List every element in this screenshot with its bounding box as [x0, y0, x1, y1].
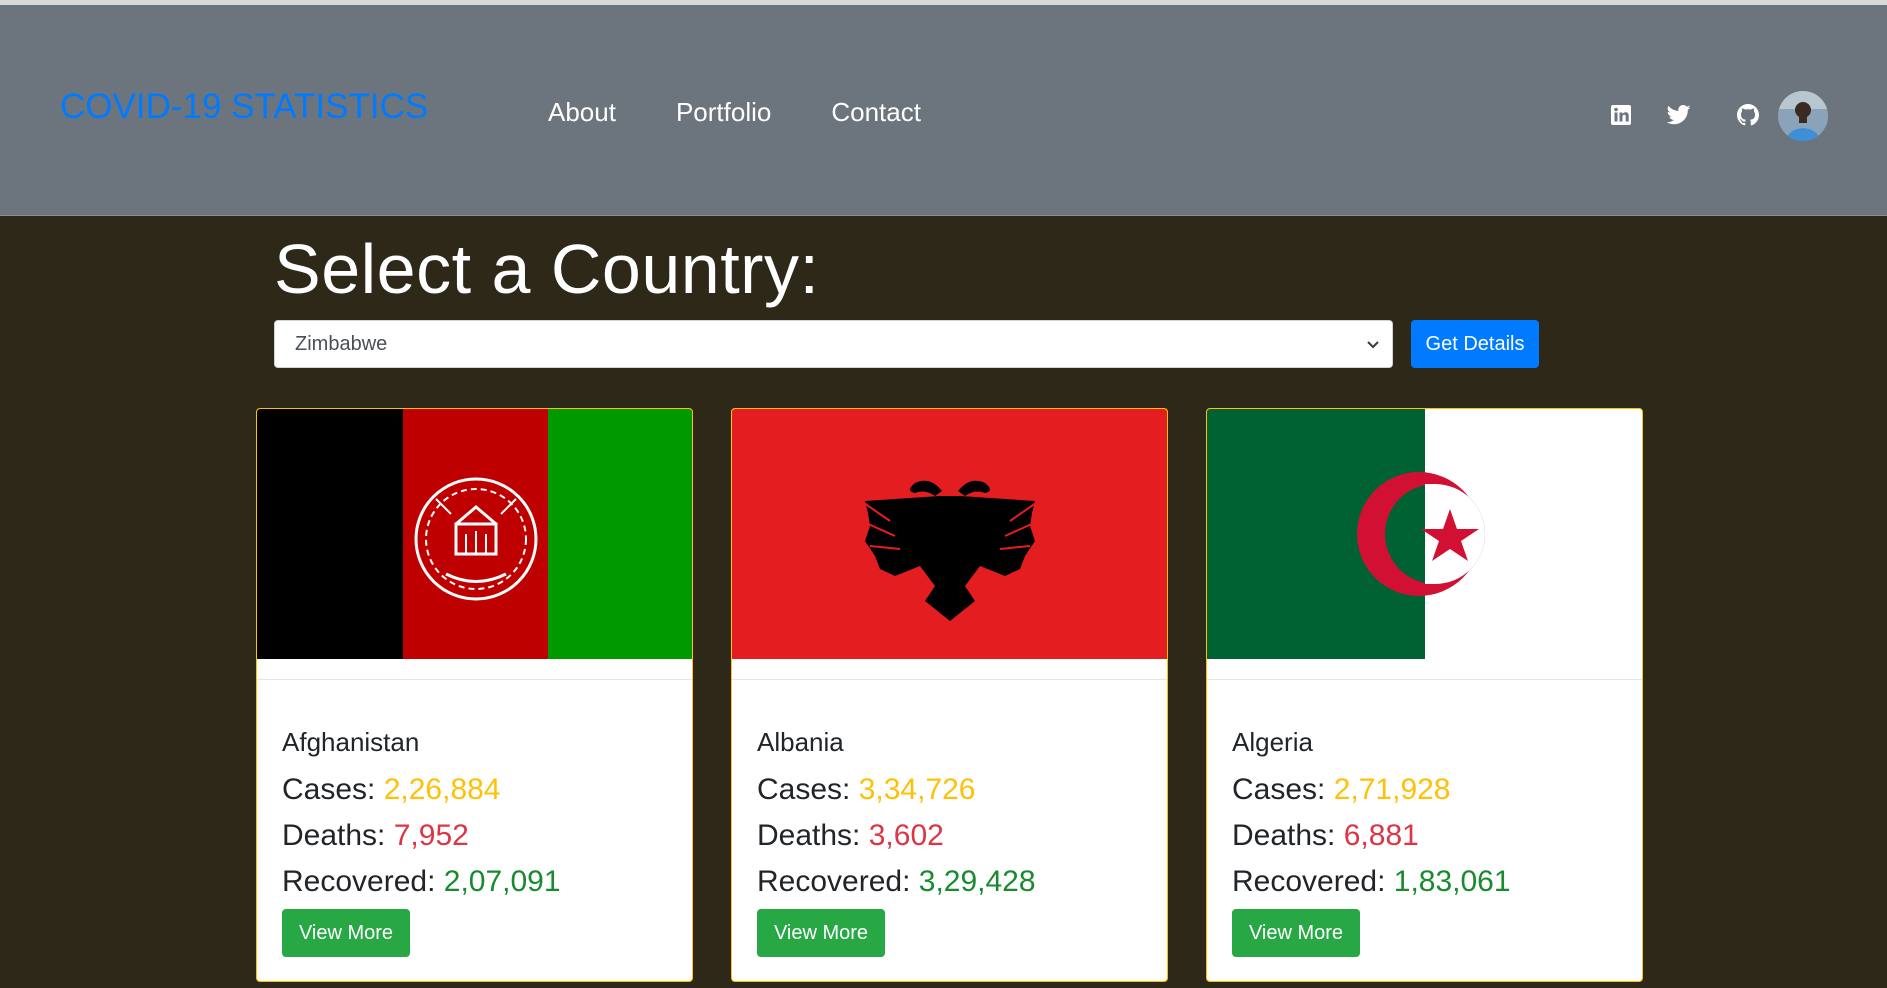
recovered-label: Recovered: — [282, 865, 436, 898]
deaths-label: Deaths: — [1232, 819, 1336, 852]
flag-algeria — [1207, 409, 1642, 659]
view-more-button[interactable]: View More — [282, 909, 410, 957]
view-more-button[interactable]: View More — [1232, 909, 1360, 957]
navbar: COVID-19 STATISTICS About Portfolio Cont… — [0, 5, 1887, 216]
deaths-stat: Deaths: 3,602 — [757, 819, 944, 853]
country-card-afghanistan: Afghanistan Cases: 2,26,884 Deaths: 7,95… — [256, 408, 693, 982]
github-icon[interactable] — [1728, 95, 1768, 135]
country-select-value: Zimbabwe — [295, 332, 388, 355]
country-select[interactable]: Zimbabwe — [274, 320, 1393, 368]
cases-stat: Cases: 2,26,884 — [282, 773, 501, 807]
recovered-value: 3,29,428 — [918, 865, 1036, 898]
brand-title[interactable]: COVID-19 STATISTICS — [60, 87, 428, 127]
country-name: Albania — [757, 727, 844, 757]
chevron-down-icon — [1366, 333, 1380, 363]
recovered-label: Recovered: — [1232, 865, 1386, 898]
twitter-icon[interactable] — [1659, 95, 1699, 135]
card-divider — [1207, 679, 1642, 680]
view-more-button[interactable]: View More — [757, 909, 885, 957]
page-heading: Select a Country: — [274, 230, 820, 308]
recovered-label: Recovered: — [757, 865, 911, 898]
recovered-value: 1,83,061 — [1393, 865, 1511, 898]
deaths-value: 6,881 — [1343, 819, 1419, 852]
country-name: Afghanistan — [282, 727, 420, 757]
deaths-label: Deaths: — [757, 819, 861, 852]
cases-label: Cases: — [282, 773, 376, 806]
deaths-stat: Deaths: 6,881 — [1232, 819, 1419, 853]
deaths-stat: Deaths: 7,952 — [282, 819, 469, 853]
linkedin-icon[interactable] — [1601, 95, 1641, 135]
cases-value: 2,26,884 — [383, 773, 501, 806]
country-card-albania: Albania Cases: 3,34,726 Deaths: 3,602 Re… — [731, 408, 1168, 982]
deaths-label: Deaths: — [282, 819, 386, 852]
deaths-value: 3,602 — [868, 819, 944, 852]
nav-links: About Portfolio Contact — [548, 97, 921, 128]
country-card-algeria: Algeria Cases: 2,71,928 Deaths: 6,881 Re… — [1206, 408, 1643, 982]
flag-afghanistan — [257, 409, 692, 659]
cases-stat: Cases: 3,34,726 — [757, 773, 976, 807]
country-name: Algeria — [1232, 727, 1313, 757]
avatar[interactable] — [1778, 91, 1828, 141]
cases-stat: Cases: 2,71,928 — [1232, 773, 1451, 807]
card-divider — [257, 679, 692, 680]
recovered-stat: Recovered: 2,07,091 — [282, 865, 561, 899]
cases-label: Cases: — [757, 773, 851, 806]
recovered-stat: Recovered: 1,83,061 — [1232, 865, 1511, 899]
nav-link-about[interactable]: About — [548, 97, 616, 128]
recovered-value: 2,07,091 — [443, 865, 561, 898]
cases-label: Cases: — [1232, 773, 1326, 806]
nav-link-portfolio[interactable]: Portfolio — [676, 97, 771, 128]
deaths-value: 7,952 — [393, 819, 469, 852]
nav-link-contact[interactable]: Contact — [831, 97, 921, 128]
card-divider — [732, 679, 1167, 680]
flag-albania — [732, 409, 1167, 659]
recovered-stat: Recovered: 3,29,428 — [757, 865, 1036, 899]
cases-value: 2,71,928 — [1333, 773, 1451, 806]
get-details-button[interactable]: Get Details — [1411, 320, 1539, 368]
cases-value: 3,34,726 — [858, 773, 976, 806]
